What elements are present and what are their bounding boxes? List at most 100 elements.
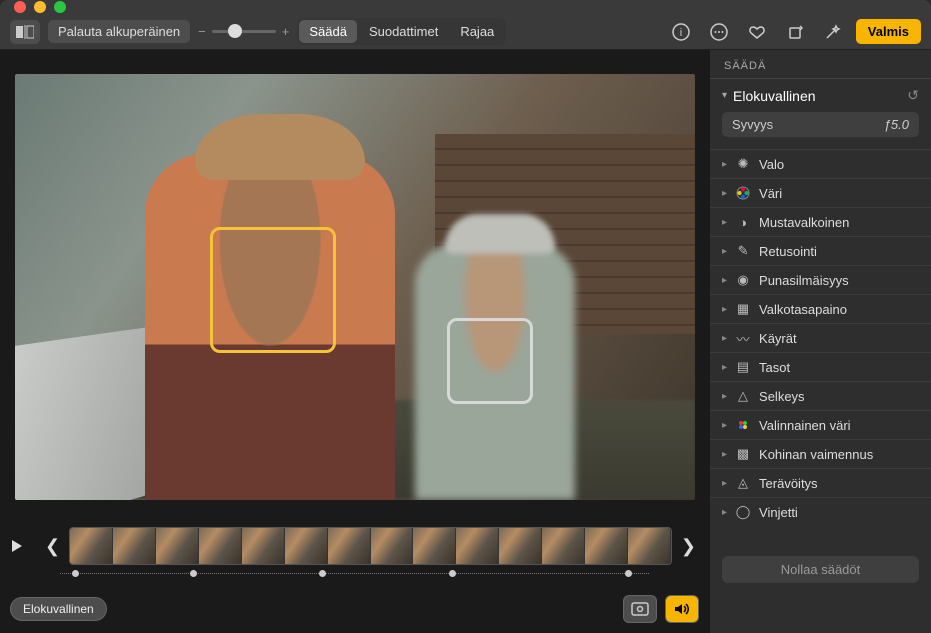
- zoom-slider[interactable]: [212, 30, 276, 33]
- adjustment-list: ▸✺Valo▸Väri▸◑Mustavalkoinen▸✎Retusointi▸…: [710, 145, 931, 538]
- zoom-slider-group: − +: [198, 24, 289, 39]
- chevron-right-icon: ▸: [722, 275, 727, 286]
- adjustment-item-light[interactable]: ▸ ✺ Valo: [710, 149, 931, 178]
- curves-icon: 〰: [735, 330, 751, 346]
- adjustment-label: Valinnainen väri: [759, 418, 851, 433]
- rotate-button[interactable]: [780, 20, 810, 44]
- tab-adjust[interactable]: Säädä: [299, 20, 357, 43]
- revert-original-button[interactable]: Palauta alkuperäinen: [48, 20, 190, 43]
- more-button[interactable]: [704, 20, 734, 44]
- adjustment-item-definition[interactable]: ▸ △ Selkeys: [710, 381, 931, 410]
- zoom-out-button[interactable]: −: [198, 24, 206, 39]
- toolbar: Palauta alkuperäinen − + Säädä Suodattim…: [0, 14, 931, 50]
- cinematic-reset-button[interactable]: ↺: [907, 87, 919, 104]
- adjustment-label: Mustavalkoinen: [759, 215, 849, 230]
- sharpen-icon: ◬: [735, 475, 751, 491]
- adjustment-label: Väri: [759, 186, 782, 201]
- info-button[interactable]: i: [666, 20, 696, 44]
- chevron-right-icon: ▸: [722, 449, 727, 460]
- focus-box-primary[interactable]: [210, 227, 336, 353]
- zoom-in-button[interactable]: +: [282, 24, 290, 39]
- adjustment-label: Punasilmäisyys: [759, 273, 849, 288]
- adjustment-label: Tasot: [759, 360, 790, 375]
- focus-keyframe-track[interactable]: [60, 573, 649, 589]
- cinematic-section: ▾ Elokuvallinen ↺ Syvyys ƒ5.0: [710, 79, 931, 145]
- adjustment-item-levels[interactable]: ▸ ▤ Tasot: [710, 352, 931, 381]
- adjustment-item-color[interactable]: ▸ Väri: [710, 178, 931, 207]
- color-icon: [735, 185, 751, 201]
- tab-crop[interactable]: Rajaa: [450, 20, 504, 43]
- window-close-button[interactable]: [14, 1, 26, 13]
- svg-text:i: i: [680, 27, 682, 39]
- window-zoom-button[interactable]: [54, 1, 66, 13]
- chevron-right-icon: ▸: [722, 420, 727, 431]
- adjustment-label: Retusointi: [759, 244, 817, 259]
- chevron-right-icon: ▸: [722, 391, 727, 402]
- auto-enhance-button[interactable]: [818, 20, 848, 44]
- window-minimize-button[interactable]: [34, 1, 46, 13]
- whitebalance-icon: ▦: [735, 301, 751, 317]
- video-frame: [15, 74, 695, 500]
- bw-icon: ◑: [735, 214, 751, 230]
- timeline-row: ❮ ❯: [0, 519, 709, 573]
- redeye-icon: ◉: [735, 272, 751, 288]
- chevron-right-icon: ▸: [722, 304, 727, 315]
- reset-adjustments-button[interactable]: Nollaa säädöt: [722, 556, 919, 583]
- adjustment-label: Valo: [759, 157, 784, 172]
- vignette-icon: ◯: [735, 504, 751, 520]
- chevron-right-icon: ▸: [722, 478, 727, 489]
- depth-label: Syvyys: [732, 117, 773, 132]
- audio-button[interactable]: [665, 595, 699, 623]
- chevron-right-icon: ▸: [722, 507, 727, 518]
- viewer-bottom-controls: Elokuvallinen: [0, 595, 709, 633]
- retouch-icon: ✎: [735, 243, 751, 259]
- focus-box-secondary[interactable]: [447, 318, 533, 404]
- video-viewer[interactable]: [0, 50, 709, 519]
- mode-tabs: Säädä Suodattimet Rajaa: [297, 18, 506, 45]
- adjustment-item-curves[interactable]: ▸ 〰 Käyrät: [710, 323, 931, 352]
- depth-control[interactable]: Syvyys ƒ5.0: [722, 112, 919, 137]
- sidebar-title: SÄÄDÄ: [710, 50, 931, 79]
- chevron-down-icon: ▾: [722, 90, 727, 101]
- adjustment-item-selectivecolor[interactable]: ▸ Valinnainen väri: [710, 410, 931, 439]
- focus-tracking-button[interactable]: [623, 595, 657, 623]
- adjustment-item-redeye[interactable]: ▸ ◉ Punasilmäisyys: [710, 265, 931, 294]
- chevron-right-icon: ▸: [722, 333, 727, 344]
- adjustment-item-retouch[interactable]: ▸ ✎ Retusointi: [710, 236, 931, 265]
- play-button[interactable]: [10, 539, 36, 553]
- adjustment-label: Kohinan vaimennus: [759, 447, 873, 462]
- chevron-right-icon: ▸: [722, 217, 727, 228]
- favorite-button[interactable]: [742, 20, 772, 44]
- adjustment-label: Valkotasapaino: [759, 302, 847, 317]
- chevron-right-icon: ▸: [722, 246, 727, 257]
- adjustment-item-bw[interactable]: ▸ ◑ Mustavalkoinen: [710, 207, 931, 236]
- cinematic-header[interactable]: ▾ Elokuvallinen ↺: [722, 87, 919, 104]
- window-titlebar: [0, 0, 931, 14]
- trim-start-handle[interactable]: ❮: [42, 536, 63, 557]
- adjustment-label: Käyrät: [759, 331, 797, 346]
- chevron-right-icon: ▸: [722, 159, 727, 170]
- chevron-right-icon: ▸: [722, 188, 727, 199]
- done-button[interactable]: Valmis: [856, 19, 921, 44]
- adjustment-item-whitebalance[interactable]: ▸ ▦ Valkotasapaino: [710, 294, 931, 323]
- adjustment-label: Selkeys: [759, 389, 805, 404]
- depth-value: ƒ5.0: [884, 117, 909, 132]
- noise-icon: ▩: [735, 446, 751, 462]
- adjustment-item-vignette[interactable]: ▸ ◯ Vinjetti: [710, 497, 931, 526]
- definition-icon: △: [735, 388, 751, 404]
- tab-filters[interactable]: Suodattimet: [359, 20, 448, 43]
- adjustment-label: Vinjetti: [759, 505, 798, 520]
- adjustment-label: Terävöitys: [759, 476, 818, 491]
- adjustment-item-sharpen[interactable]: ▸ ◬ Terävöitys: [710, 468, 931, 497]
- chevron-right-icon: ▸: [722, 362, 727, 373]
- light-icon: ✺: [735, 156, 751, 172]
- filmstrip[interactable]: [69, 527, 672, 565]
- cinematic-label: Elokuvallinen: [733, 88, 816, 104]
- cinematic-mode-chip[interactable]: Elokuvallinen: [10, 597, 107, 621]
- trim-end-handle[interactable]: ❯: [678, 536, 699, 557]
- levels-icon: ▤: [735, 359, 751, 375]
- adjust-sidebar: SÄÄDÄ ▾ Elokuvallinen ↺ Syvyys ƒ5.0 ▸ ✺ Va…: [709, 50, 931, 633]
- compare-toggle-button[interactable]: [10, 20, 40, 44]
- adjustment-item-noise[interactable]: ▸ ▩ Kohinan vaimennus: [710, 439, 931, 468]
- selectivecolor-icon: [735, 417, 751, 433]
